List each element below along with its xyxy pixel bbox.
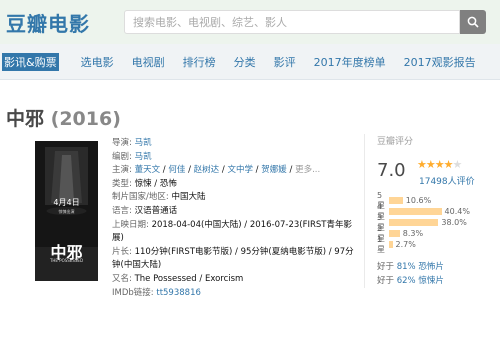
search-input[interactable] [125,11,459,34]
better-than-row: 好于 81% 恐怖片 [377,260,494,274]
cast-link[interactable]: 文中学 [227,165,253,175]
release-label: 上映日期: [112,219,149,230]
nav-charts[interactable]: 排行榜 [183,54,216,70]
votes-link[interactable]: 17498人评价 [419,174,475,187]
rating-pct: 10.6% [405,196,432,205]
info-language: 语言: 汉语普通话 [112,205,360,219]
search-box[interactable] [124,10,460,34]
top-bar: 豆瓣电影 [0,0,500,44]
movie-info: 导演: 马凯 编剧: 马凯 主演: 董天文 / 何佳 / 赵树达 / 文中学 /… [112,137,360,300]
info-release: 上映日期: 2018-04-04(中国大陆) / 2016-07-23(FIRS… [112,219,360,246]
better-pct-link[interactable]: 81% [397,262,416,272]
better-than-row: 好于 62% 惊悚片 [377,274,494,288]
country-label: 制片国家/地区: [112,192,169,203]
rating-score: 7.0 [377,159,406,181]
writer-label: 编剧: [112,151,132,162]
main-nav: 影讯&购票 选电影 电视剧 排行榜 分类 影评 2017年度榜单 2017观影报… [0,44,500,80]
movie-title-text: 中邪 [6,108,45,130]
rating-row-3: 3星 38.0% [377,213,494,232]
imdb-label: IMDb链接: [112,287,154,298]
language-label: 语言: [112,205,132,216]
more-cast-link[interactable]: 更多... [295,165,320,175]
better-prefix: 好于 [377,262,395,272]
rating-bar [389,197,403,204]
aka-value: The Possessed / Exorcism [134,273,244,284]
info-runtime: 片长: 110分钟(FIRST电影节版) / 95分钟(夏纳电影节版) / 97… [112,246,360,273]
rating-pct: 38.0% [441,218,467,227]
rating-bar [389,219,439,226]
rating-pct: 2.7% [395,240,416,249]
imdb-link[interactable]: tt5938816 [156,288,201,298]
rating-bar [389,208,442,215]
rating-label: 豆瓣评分 [377,137,414,147]
cast-link[interactable]: 贺娜媛 [261,165,287,175]
rating-row-4: 4星 40.4% [377,202,494,221]
info-country: 制片国家/地区: 中国大陆 [112,191,360,205]
country-value: 中国大陆 [171,192,206,203]
nav-tv[interactable]: 电视剧 [132,54,165,70]
search-icon [467,16,479,28]
rating-row-2: 2星 8.3% [377,224,494,243]
rating-distribution: 5星 10.6% 4星 40.4% 3星 38.0% 2星 8.3% 1星 2.… [377,191,494,254]
info-writer: 编剧: 马凯 [112,151,360,165]
cast-link[interactable]: 何佳 [168,165,185,175]
rating-row-5: 5星 10.6% [377,191,494,210]
rating-bar [389,230,400,237]
better-than: 好于 81% 恐怖片 好于 62% 惊悚片 [377,260,494,288]
info-director: 导演: 马凯 [112,137,360,151]
search-button[interactable] [460,10,486,34]
better-pct-link[interactable]: 62% [397,276,416,286]
info-aka: 又名: The Possessed / Exorcism [112,273,360,287]
director-label: 导演: [112,138,132,148]
rating-stars-icon: ★★★★★ [417,158,462,171]
rating-pct: 8.3% [402,229,424,238]
nav-showtimes[interactable]: 影讯&购票 [2,52,59,71]
poster-en-name: THE POSSESSED [49,258,84,263]
movie-title: 中邪 (2016) [6,104,500,131]
better-genre-link[interactable]: 恐怖片 [418,262,444,272]
movie-year: (2016) [50,108,121,130]
rating-bar [389,241,393,248]
director-link[interactable]: 马凯 [135,138,152,148]
better-prefix: 好于 [377,276,395,286]
poster-date: 4月4日 [53,198,80,207]
rating-row-1: 1星 2.7% [377,235,494,254]
writer-link[interactable]: 马凯 [135,152,152,162]
nav-report[interactable]: 2017观影报告 [404,54,476,70]
runtime-value: 110分钟(FIRST电影节版) / 95分钟(夏纳电影节版) / 97分钟(中… [112,246,354,271]
rating-pct: 40.4% [444,207,470,216]
site-logo[interactable]: 豆瓣电影 [6,8,118,37]
better-genre-link[interactable]: 惊悚片 [418,276,444,286]
info-imdb: IMDb链接: tt5938816 [112,287,360,301]
nav-explore[interactable]: 选电影 [81,54,114,70]
cast-link[interactable]: 赵树达 [194,165,220,175]
star-label: 1星 [377,234,385,254]
genre-label: 类型: [112,178,132,189]
movie-poster[interactable]: 4月4日 惊悚出演 中邪 THE POSSESSED [35,141,98,281]
cast-label: 主演: [112,165,132,176]
score-row: 7.0 ★★★★★ 17498人评价 [377,153,494,187]
info-cast: 主演: 董天文 / 何佳 / 赵树达 / 文中学 / 贺娜媛 / 更多... [112,165,321,176]
nav-reviews[interactable]: 影评 [274,54,296,70]
nav-tags[interactable]: 分类 [234,54,256,70]
info-genre: 类型: 惊悚 / 恐怖 [112,178,360,192]
runtime-label: 片长: [112,246,132,257]
language-value: 汉语普通话 [134,205,178,216]
rating-panel: 豆瓣评分 7.0 ★★★★★ 17498人评价 5星 10.6% 4星 40.4… [364,134,494,288]
genre-value: 惊悚 / 恐怖 [134,178,177,189]
cast-link[interactable]: 董天文 [135,165,161,175]
aka-label: 又名: [112,273,132,284]
poster-tagline: 惊悚出演 [58,209,75,214]
nav-annual[interactable]: 2017年度榜单 [314,54,386,70]
